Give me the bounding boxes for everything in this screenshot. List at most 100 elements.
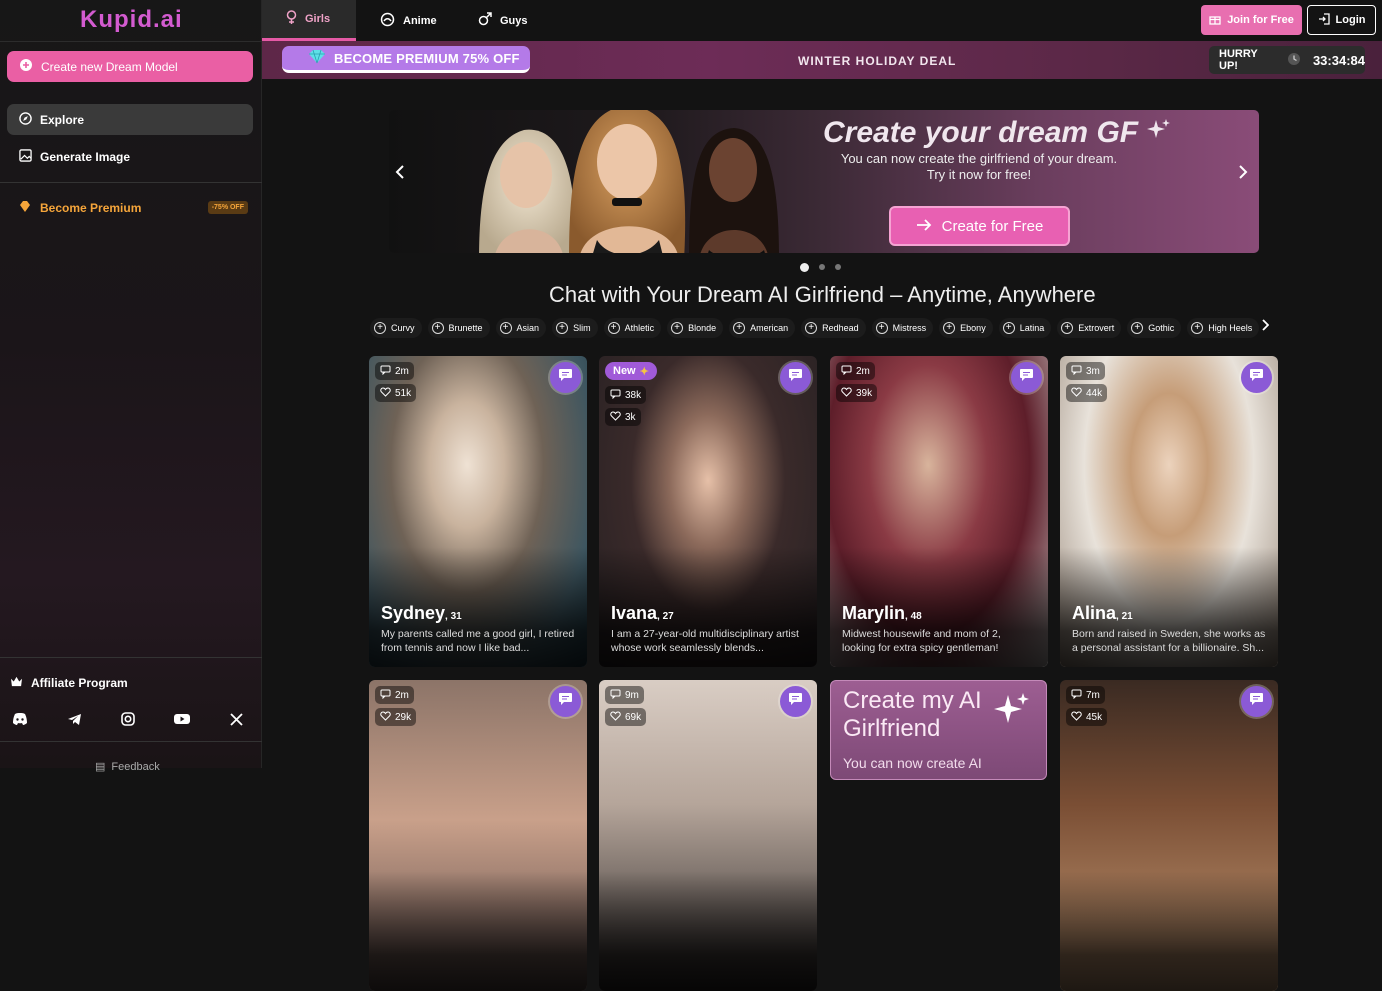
tag-chip[interactable]: + Ebony <box>939 318 993 338</box>
stat-value: 3m <box>1086 365 1100 377</box>
carousel-dot[interactable] <box>800 263 809 272</box>
instagram-icon[interactable] <box>118 709 138 729</box>
character-description: Born and raised in Sweden, she works as … <box>1072 628 1266 654</box>
carousel-dot[interactable] <box>819 264 825 270</box>
character-card[interactable]: 9m 69k <box>599 680 817 991</box>
character-card[interactable]: 3m 44k Alina, 21 Born and raised in Sweden,… <box>1060 356 1278 667</box>
tag-chip[interactable]: + Mistress <box>871 318 934 338</box>
chat-button[interactable] <box>1241 686 1272 717</box>
tag-chip[interactable]: + High Heels <box>1187 318 1260 338</box>
discord-icon[interactable] <box>10 709 30 729</box>
tag-label: Slim <box>573 323 591 333</box>
tag-label: Athletic <box>624 323 655 333</box>
tag-label: Extrovert <box>1078 323 1115 333</box>
tab-label: Girls <box>305 13 331 25</box>
character-age: , 27 <box>657 611 674 622</box>
create-ai-girlfriend-card[interactable]: Create my AI Girlfriend You can now crea… <box>830 680 1047 780</box>
deal-label: WINTER HOLIDAY DEAL <box>798 54 957 68</box>
tag-chip[interactable]: + Blonde <box>667 318 724 338</box>
like-count: 29k <box>375 708 417 726</box>
plus-circle-icon: + <box>733 322 746 334</box>
tab-girls[interactable]: Girls <box>262 0 356 41</box>
chat-icon <box>1071 365 1082 378</box>
join-for-free-button[interactable]: Join for Free <box>1201 5 1302 35</box>
tag-chip[interactable]: + Slim <box>552 318 598 338</box>
like-count: 51k <box>375 384 417 402</box>
character-card[interactable]: New ✦ 38k 3k Ivana, 27 I am a 27-year-old mul… <box>599 356 817 667</box>
chat-button[interactable] <box>550 362 581 393</box>
chat-bubble-icon <box>558 368 573 387</box>
heart-icon <box>610 410 621 424</box>
promo-banner[interactable]: BECOME PREMIUM 75% OFF WINTER HOLIDAY DE… <box>262 41 1382 79</box>
character-card[interactable]: 2m 29k <box>369 680 587 991</box>
stat-value: 69k <box>625 711 642 723</box>
card-overlay <box>369 871 587 991</box>
sidebar-item-label: Generate Image <box>40 149 131 164</box>
sidebar-item-premium[interactable]: Become Premium -75% OFF <box>18 199 248 216</box>
tag-label: Gothic <box>1148 323 1175 333</box>
create-dream-model-button[interactable]: Create new Dream Model <box>7 51 253 82</box>
tag-chip[interactable]: + American <box>729 318 796 338</box>
like-count: 45k <box>1066 708 1108 726</box>
chat-button[interactable] <box>1241 362 1272 393</box>
character-description: Midwest housewife and mom of 2, looking … <box>842 628 1001 654</box>
chat-button[interactable] <box>1011 362 1042 393</box>
tag-label: Latina <box>1019 323 1045 333</box>
x-icon[interactable] <box>226 709 246 729</box>
anime-icon <box>380 12 395 30</box>
character-card[interactable]: 2m 51k Sydney, 31 My parents called me a go… <box>369 356 587 667</box>
card-overlay <box>599 871 817 991</box>
character-card[interactable]: 2m 39k Marylin, 48 Midwest housewife and mo… <box>830 356 1048 667</box>
plus-circle-icon: + <box>1131 322 1144 334</box>
diamond-hand-icon <box>18 199 32 216</box>
carousel-next-icon[interactable] <box>1238 164 1248 185</box>
join-label: Join for Free <box>1227 14 1294 26</box>
chevron-right-icon[interactable] <box>1261 319 1270 334</box>
tag-chip[interactable]: + Athletic <box>603 318 662 338</box>
hero-models-image <box>479 110 779 253</box>
chat-button[interactable] <box>780 686 811 717</box>
tag-label: Blonde <box>688 323 717 333</box>
tab-guys[interactable]: Guys <box>454 0 552 41</box>
telegram-icon[interactable] <box>64 709 84 729</box>
divider <box>0 182 262 183</box>
hero-subtitle: You can now create the girlfriend of you… <box>829 151 1129 183</box>
message-count: 3m <box>1066 362 1105 380</box>
chat-button[interactable] <box>550 686 581 717</box>
tag-chip[interactable]: + Brunette <box>427 318 490 338</box>
youtube-icon[interactable] <box>172 709 192 729</box>
tag-label: High Heels <box>1208 323 1253 333</box>
create-for-free-button[interactable]: Create for Free <box>891 208 1068 244</box>
tag-label: Mistress <box>892 323 927 333</box>
discount-badge: -75% OFF <box>207 201 248 214</box>
tag-chip[interactable]: + Redhead <box>801 318 866 338</box>
hurry-label: HURRY UP! <box>1219 48 1258 72</box>
tag-chip[interactable]: + Extrovert <box>1057 318 1122 338</box>
carousel-prev-icon[interactable] <box>395 164 405 185</box>
feedback-label: Feedback <box>111 760 160 773</box>
stat-value: 39k <box>856 387 873 399</box>
tag-chip[interactable]: + Curvy <box>370 318 422 338</box>
heart-icon <box>380 386 391 400</box>
tag-chip[interactable]: + Gothic <box>1127 318 1182 338</box>
tab-anime[interactable]: Anime <box>356 0 461 41</box>
compass-icon <box>19 111 32 128</box>
diamond-icon <box>308 49 326 67</box>
name-text: Marylin <box>842 603 906 623</box>
divider <box>0 41 262 42</box>
tag-chip[interactable]: + Latina <box>998 318 1052 338</box>
stat-value: 44k <box>1086 387 1103 399</box>
feedback-link[interactable]: ▤ Feedback <box>95 760 160 774</box>
sidebar-item-explore[interactable]: Explore <box>7 104 253 135</box>
tag-chip[interactable]: + Asian <box>495 318 547 338</box>
chat-button[interactable] <box>780 362 811 393</box>
heart-icon <box>380 710 391 724</box>
divider <box>0 657 262 658</box>
logo[interactable]: Kupid.ai <box>80 6 183 34</box>
sidebar-item-generate-image[interactable]: Generate Image <box>7 141 253 172</box>
become-premium-badge[interactable]: BECOME PREMIUM 75% OFF <box>282 46 530 73</box>
affiliate-program-link[interactable]: Affiliate Program <box>10 676 128 690</box>
carousel-dot[interactable] <box>835 264 841 270</box>
character-card[interactable]: 7m 45k <box>1060 680 1278 991</box>
login-button[interactable]: Login <box>1307 5 1376 35</box>
